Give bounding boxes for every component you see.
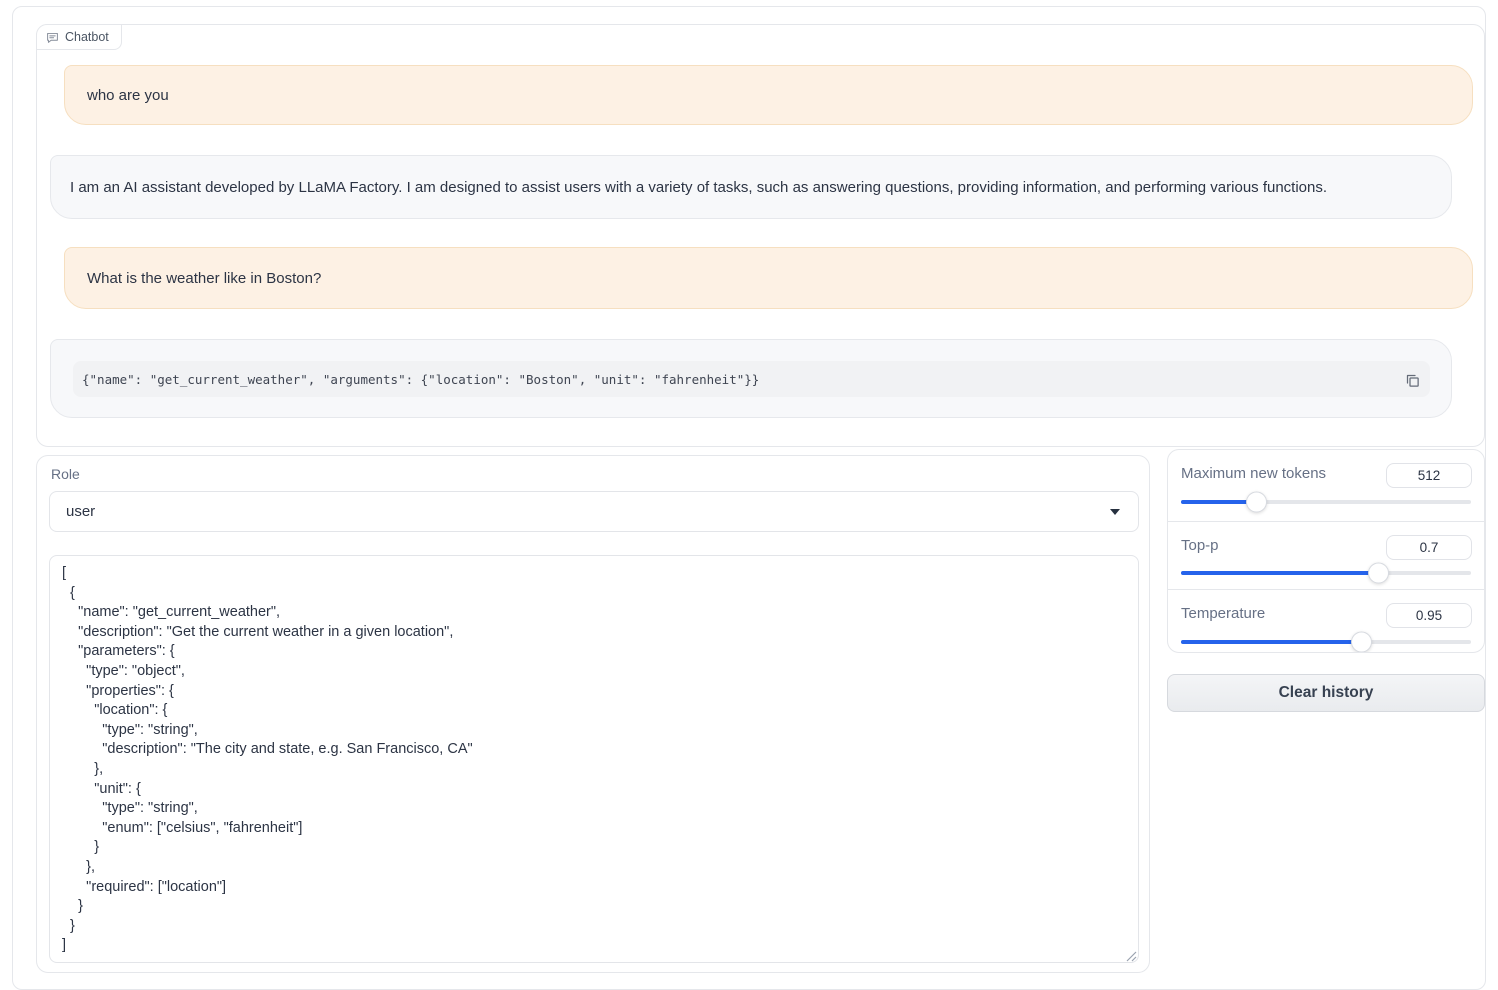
code-text: {"name": "get_current_weather", "argumen… [82, 372, 759, 387]
param-label: Top-p [1181, 537, 1219, 554]
chat-message-text: I am an AI assistant developed by LLaMA … [70, 179, 1327, 196]
param-temperature: Temperature [1168, 589, 1484, 653]
slider-fill [1181, 571, 1378, 575]
slider-handle[interactable] [1351, 632, 1372, 653]
chat-message-user: who are you [64, 65, 1473, 125]
generation-params-group: Maximum new tokens Top-p Temperature [1167, 449, 1485, 653]
chat-bubble-icon [46, 31, 59, 44]
role-dropdown[interactable]: user [49, 491, 1139, 532]
slider-fill [1181, 500, 1256, 504]
chat-message-text: who are you [87, 87, 169, 104]
top-p-input[interactable] [1386, 535, 1472, 560]
chat-message-tool-call: {"name": "get_current_weather", "argumen… [50, 339, 1452, 418]
chevron-down-icon [1110, 509, 1120, 515]
clear-history-button[interactable]: Clear history [1167, 674, 1485, 712]
top-p-slider[interactable] [1181, 571, 1471, 575]
code-block: {"name": "get_current_weather", "argumen… [73, 361, 1430, 397]
param-max-new-tokens: Maximum new tokens [1168, 450, 1484, 521]
param-top-p: Top-p [1168, 521, 1484, 589]
role-dropdown-value: user [66, 503, 95, 520]
chatbot-label-text: Chatbot [65, 30, 109, 44]
tools-json-textarea[interactable]: [ { "name": "get_current_weather", "desc… [49, 555, 1139, 963]
chat-message-text: What is the weather like in Boston? [87, 270, 321, 287]
param-label: Maximum new tokens [1181, 465, 1326, 482]
chat-message-user: What is the weather like in Boston? [64, 247, 1473, 309]
slider-handle[interactable] [1246, 492, 1267, 513]
max-new-tokens-input[interactable] [1386, 463, 1472, 488]
role-label: Role [51, 466, 80, 482]
slider-fill [1181, 640, 1361, 644]
chat-message-assistant: I am an AI assistant developed by LLaMA … [50, 155, 1452, 219]
temperature-input[interactable] [1386, 603, 1472, 628]
chatbot-label-tab: Chatbot [36, 24, 122, 50]
message-input-panel: Role user [ { "name": "get_current_weath… [36, 455, 1150, 973]
temperature-slider[interactable] [1181, 640, 1471, 644]
chatbot-panel: Chatbot who are you I am an AI assistant… [36, 24, 1485, 447]
copy-icon [1405, 373, 1420, 388]
slider-handle[interactable] [1368, 563, 1389, 584]
copy-button[interactable] [1402, 370, 1422, 390]
param-label: Temperature [1181, 605, 1265, 622]
resize-handle-icon[interactable] [1125, 949, 1137, 961]
app-container: Chatbot who are you I am an AI assistant… [12, 6, 1486, 990]
max-new-tokens-slider[interactable] [1181, 500, 1471, 504]
